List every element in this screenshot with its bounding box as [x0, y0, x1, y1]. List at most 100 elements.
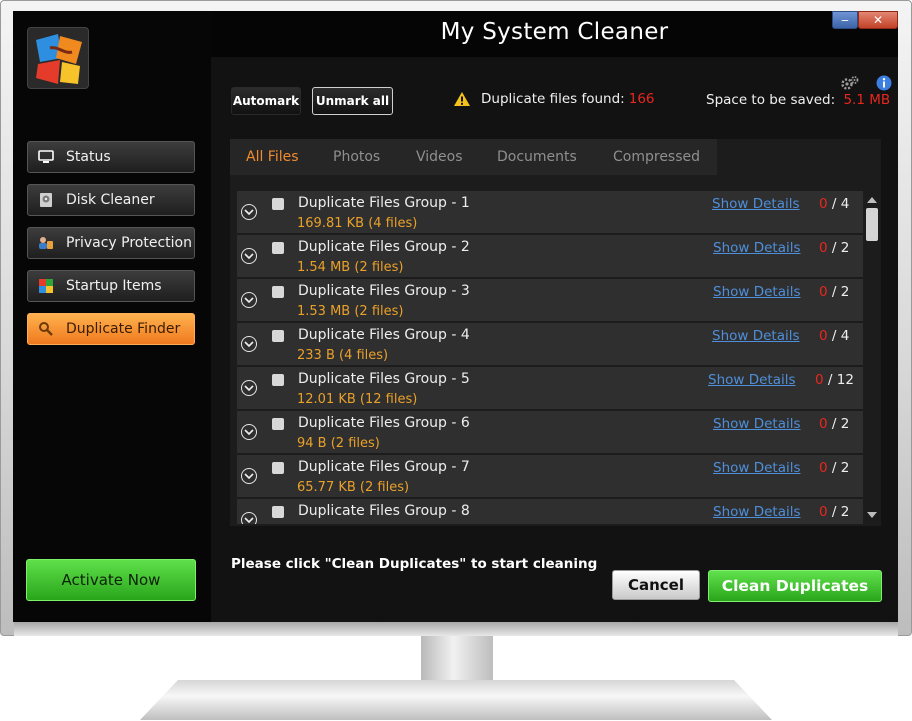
show-details-link[interactable]: Show Details: [713, 240, 801, 256]
sidebar-item-privacy-protection[interactable]: Privacy Protection: [27, 227, 195, 259]
info-icon: [876, 75, 892, 91]
scroll-up-button[interactable]: [866, 194, 878, 206]
selected-count: 0: [819, 416, 828, 432]
sidebar-item-status[interactable]: Status: [27, 141, 195, 173]
unmark-all-button[interactable]: Unmark all: [312, 87, 393, 115]
group-size-info: 233 B (4 files): [297, 348, 389, 363]
show-details-link[interactable]: Show Details: [712, 328, 800, 344]
app-logo: [27, 27, 89, 89]
sidebar-item-label: Duplicate Finder: [66, 321, 181, 337]
list-item[interactable]: Duplicate Files Group - 4 233 B (4 files…: [237, 323, 863, 365]
selection-count: 0 / 4: [819, 328, 850, 344]
chevron-down-icon: [244, 341, 254, 347]
title-bar: My System Cleaner ‒ ✕: [211, 11, 898, 57]
list-item[interactable]: Duplicate Files Group - 2 1.54 MB (2 fil…: [237, 235, 863, 277]
minimize-button[interactable]: ‒: [832, 11, 858, 29]
group-name: Duplicate Files Group - 7: [298, 459, 470, 475]
group-name: Duplicate Files Group - 6: [298, 415, 470, 431]
expand-button[interactable]: [241, 292, 257, 308]
tab-photos[interactable]: Photos: [317, 139, 400, 175]
group-checkbox[interactable]: [272, 462, 284, 474]
selected-count: 0: [819, 240, 828, 256]
list-item[interactable]: Duplicate Files Group - 6 94 B (2 files)…: [237, 411, 863, 453]
group-checkbox[interactable]: [272, 242, 284, 254]
sidebar-item-label: Privacy Protection: [66, 235, 192, 251]
group-size-info: 65.77 KB (2 files): [297, 480, 410, 495]
expand-button[interactable]: [241, 512, 257, 524]
sidebar-item-disk-cleaner[interactable]: Disk Cleaner: [27, 184, 195, 216]
info-button[interactable]: [875, 74, 893, 92]
total-count: 2: [840, 284, 850, 300]
group-name: Duplicate Files Group - 3: [298, 283, 470, 299]
expand-button[interactable]: [241, 336, 257, 352]
group-name: Duplicate Files Group - 5: [298, 371, 470, 387]
warning-icon: [454, 92, 470, 106]
monitor-stand-base: [140, 680, 772, 720]
total-count: 2: [840, 416, 850, 432]
duplicate-groups-list: Duplicate Files Group - 1 169.81 KB (4 f…: [237, 191, 863, 524]
selected-count: 0: [815, 372, 824, 388]
selection-count: 0 / 12: [815, 372, 854, 388]
list-item[interactable]: Duplicate Files Group - 7 65.77 KB (2 fi…: [237, 455, 863, 497]
cleaning-hint: Please click "Clean Duplicates" to start…: [231, 556, 598, 572]
tab-videos[interactable]: Videos: [400, 139, 481, 175]
sidebar-item-startup-items[interactable]: Startup Items: [27, 270, 195, 302]
privacy-icon: [38, 235, 54, 251]
automark-button[interactable]: Automark: [231, 87, 301, 115]
activate-now-button[interactable]: Activate Now: [26, 559, 196, 601]
list-scrollbar[interactable]: [863, 191, 881, 524]
selected-count: 0: [819, 284, 828, 300]
close-button[interactable]: ✕: [858, 11, 898, 29]
show-details-link[interactable]: Show Details: [713, 460, 801, 476]
show-details-link[interactable]: Show Details: [713, 504, 801, 520]
expand-button[interactable]: [241, 468, 257, 484]
chevron-down-icon: [244, 473, 254, 479]
selection-count: 0 / 2: [819, 460, 850, 476]
chevron-down-icon: [244, 517, 254, 523]
group-checkbox[interactable]: [272, 198, 284, 210]
gear-icon: [841, 76, 859, 90]
group-size-info: 1.54 MB (2 files): [297, 260, 404, 275]
group-checkbox[interactable]: [272, 418, 284, 430]
expand-button[interactable]: [241, 380, 257, 396]
chevron-down-icon: [244, 429, 254, 435]
total-count: 4: [840, 328, 850, 344]
scroll-down-button[interactable]: [866, 509, 878, 521]
monitor-stand-neck: [421, 636, 493, 682]
chevron-down-icon: [244, 209, 254, 215]
monitor-lip: [14, 622, 898, 636]
group-checkbox[interactable]: [272, 286, 284, 298]
settings-button[interactable]: [841, 74, 859, 92]
monitor-icon: [38, 149, 54, 165]
space-saved-label: Space to be saved:: [706, 92, 836, 108]
tab-all-files[interactable]: All Files: [230, 139, 317, 175]
sidebar-item-label: Startup Items: [66, 278, 162, 294]
tab-compressed[interactable]: Compressed: [597, 139, 717, 175]
expand-button[interactable]: [241, 248, 257, 264]
main-panel: Automark Unmark all Duplicate files foun…: [211, 57, 898, 622]
group-checkbox[interactable]: [272, 506, 284, 518]
close-icon: ✕: [872, 13, 884, 27]
list-item[interactable]: Duplicate Files Group - 3 1.53 MB (2 fil…: [237, 279, 863, 321]
group-checkbox[interactable]: [272, 330, 284, 342]
list-item[interactable]: Duplicate Files Group - 8 Show Details 0…: [237, 499, 863, 524]
show-details-link[interactable]: Show Details: [712, 196, 800, 212]
show-details-link[interactable]: Show Details: [713, 284, 801, 300]
scroll-thumb[interactable]: [866, 208, 878, 241]
app-title: My System Cleaner: [440, 19, 669, 45]
space-saved-value: 5.1 MB: [843, 92, 891, 108]
tab-documents[interactable]: Documents: [481, 139, 597, 175]
show-details-link[interactable]: Show Details: [708, 372, 796, 388]
group-size-info: 12.01 KB (12 files): [297, 392, 418, 407]
list-item[interactable]: Duplicate Files Group - 1 169.81 KB (4 f…: [237, 191, 863, 233]
group-checkbox[interactable]: [272, 374, 284, 386]
expand-button[interactable]: [241, 204, 257, 220]
selection-count: 0 / 2: [819, 284, 850, 300]
cancel-button[interactable]: Cancel: [612, 570, 700, 600]
show-details-link[interactable]: Show Details: [713, 416, 801, 432]
expand-button[interactable]: [241, 424, 257, 440]
clean-duplicates-button[interactable]: Clean Duplicates: [708, 570, 882, 602]
group-name: Duplicate Files Group - 8: [298, 503, 470, 519]
sidebar-item-duplicate-finder[interactable]: Duplicate Finder: [27, 313, 195, 345]
list-item[interactable]: Duplicate Files Group - 5 12.01 KB (12 f…: [237, 367, 863, 409]
